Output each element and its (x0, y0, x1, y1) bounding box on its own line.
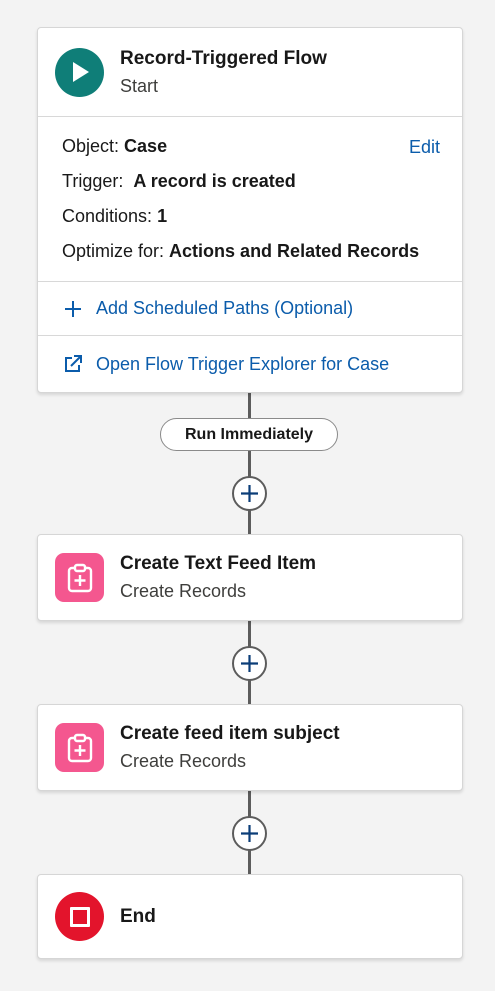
optimize-row: Optimize for: Actions and Related Record… (62, 240, 436, 275)
end-element-card[interactable]: End (37, 874, 463, 959)
add-scheduled-paths-label: Add Scheduled Paths (Optional) (96, 298, 354, 318)
trigger-row: Trigger: A record is created (62, 170, 440, 205)
conditions-value: 1 (157, 206, 168, 226)
trigger-label: Trigger: (62, 171, 124, 191)
object-value: Case (124, 136, 168, 156)
element-subtitle: Create Records (120, 581, 247, 601)
start-details-section: Object: Case Edit Trigger: A record is c… (38, 116, 462, 281)
open-flow-trigger-explorer-link[interactable]: Open Flow Trigger Explorer for Case (38, 335, 462, 392)
plus-icon (241, 485, 258, 502)
add-element-button[interactable] (232, 476, 267, 511)
stop-icon (55, 892, 104, 941)
optimize-value: Actions and Related Records (169, 241, 420, 261)
object-label: Object: (62, 136, 120, 156)
plus-icon (62, 298, 84, 320)
end-element-title: End (120, 905, 156, 927)
create-records-icon (55, 553, 104, 602)
conditions-row: Conditions: 1 (62, 205, 440, 240)
optimize-label: Optimize for: (62, 241, 165, 261)
open-flow-trigger-explorer-label: Open Flow Trigger Explorer for Case (96, 353, 390, 374)
object-row: Object: Case (62, 135, 440, 170)
conditions-label: Conditions: (62, 206, 153, 226)
start-element-header[interactable]: Record-Triggered Flow Start (38, 28, 462, 116)
create-records-element-card[interactable]: Create feed item subject Create Records (37, 704, 463, 791)
plus-icon (241, 655, 258, 672)
add-scheduled-paths-link[interactable]: Add Scheduled Paths (Optional) (38, 281, 462, 335)
element-title: Create feed item subject (120, 723, 340, 744)
connector-start-to-element1 (248, 393, 251, 535)
trigger-value: A record is created (133, 171, 296, 191)
edit-link[interactable]: Edit (409, 137, 440, 158)
start-element-card[interactable]: Record-Triggered Flow Start Object: Case… (37, 27, 463, 393)
element-title: Create Text Feed Item (120, 553, 317, 574)
play-icon (55, 47, 104, 97)
create-records-icon (55, 723, 104, 772)
element-subtitle: Create Records (120, 751, 247, 771)
create-records-element-card[interactable]: Create Text Feed Item Create Records (37, 534, 463, 621)
add-element-button[interactable] (232, 646, 267, 681)
external-link-icon (62, 353, 84, 375)
add-element-button[interactable] (232, 816, 267, 851)
plus-icon (241, 825, 258, 842)
start-element-subtitle: Start (120, 75, 159, 96)
run-immediately-path-label[interactable]: Run Immediately (160, 418, 338, 451)
start-element-title: Record-Triggered Flow (120, 47, 327, 69)
